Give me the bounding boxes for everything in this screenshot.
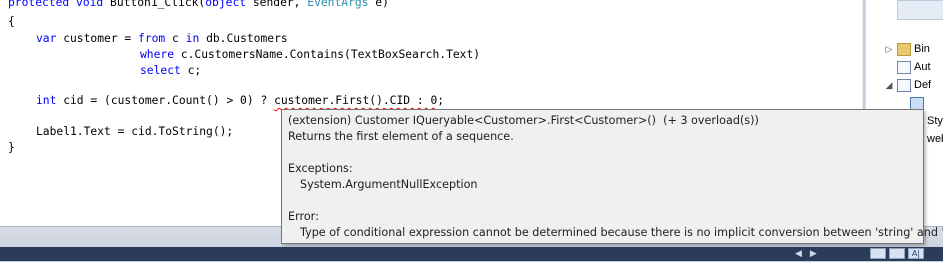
error-squiggle[interactable]: customer.First().CID : 0 (274, 94, 437, 107)
quickinfo-tooltip: (extension) Customer IQueryable<Customer… (281, 109, 943, 244)
code-line-1: protected void Button1_Click(object send… (8, 0, 389, 9)
se-item-aut[interactable]: Aut (897, 58, 931, 76)
page-icon (897, 78, 911, 92)
se-item-bin[interactable]: ▷ Bin (884, 40, 930, 58)
tooltip-summary: Returns the first element of a sequence. (288, 130, 514, 143)
code-line-6: int cid = (customer.Count() > 0) ? custo… (36, 94, 445, 107)
collapse-arrow-icon[interactable]: ◢ (884, 76, 894, 94)
se-item-def[interactable]: ◢ Def (884, 76, 931, 94)
tooltip-signature: (extension) Customer IQueryable<Customer… (288, 114, 759, 127)
tooltip-error-label: Error: (288, 210, 319, 223)
tooltip-exceptions-label: Exceptions: (288, 162, 353, 175)
code-line-8: } (8, 141, 15, 154)
tooltip-error-message: Type of conditional expression cannot be… (300, 226, 943, 239)
page-icon (897, 60, 911, 74)
window-icon[interactable] (870, 248, 886, 259)
code-line-5: select c; (140, 64, 202, 77)
code-file-icon (910, 96, 924, 110)
code-line-2: { (8, 15, 15, 28)
tooltip-exception: System.ArgumentNullException (300, 178, 478, 191)
view-icon[interactable] (889, 248, 905, 259)
status-icons: A| (870, 248, 924, 259)
expand-arrow-icon[interactable]: ▷ (884, 40, 894, 58)
scroll-right-icon[interactable]: ▶ (810, 249, 817, 261)
selected-item-highlight (897, 0, 943, 20)
scroll-left-icon[interactable]: ◀ (795, 249, 802, 261)
code-line-7: Label1.Text = cid.ToString(); (36, 125, 234, 138)
folder-icon (897, 42, 911, 56)
status-scroll-arrows: ◀ ▶ (795, 249, 855, 261)
text-mode-icon[interactable]: A| (908, 248, 924, 259)
